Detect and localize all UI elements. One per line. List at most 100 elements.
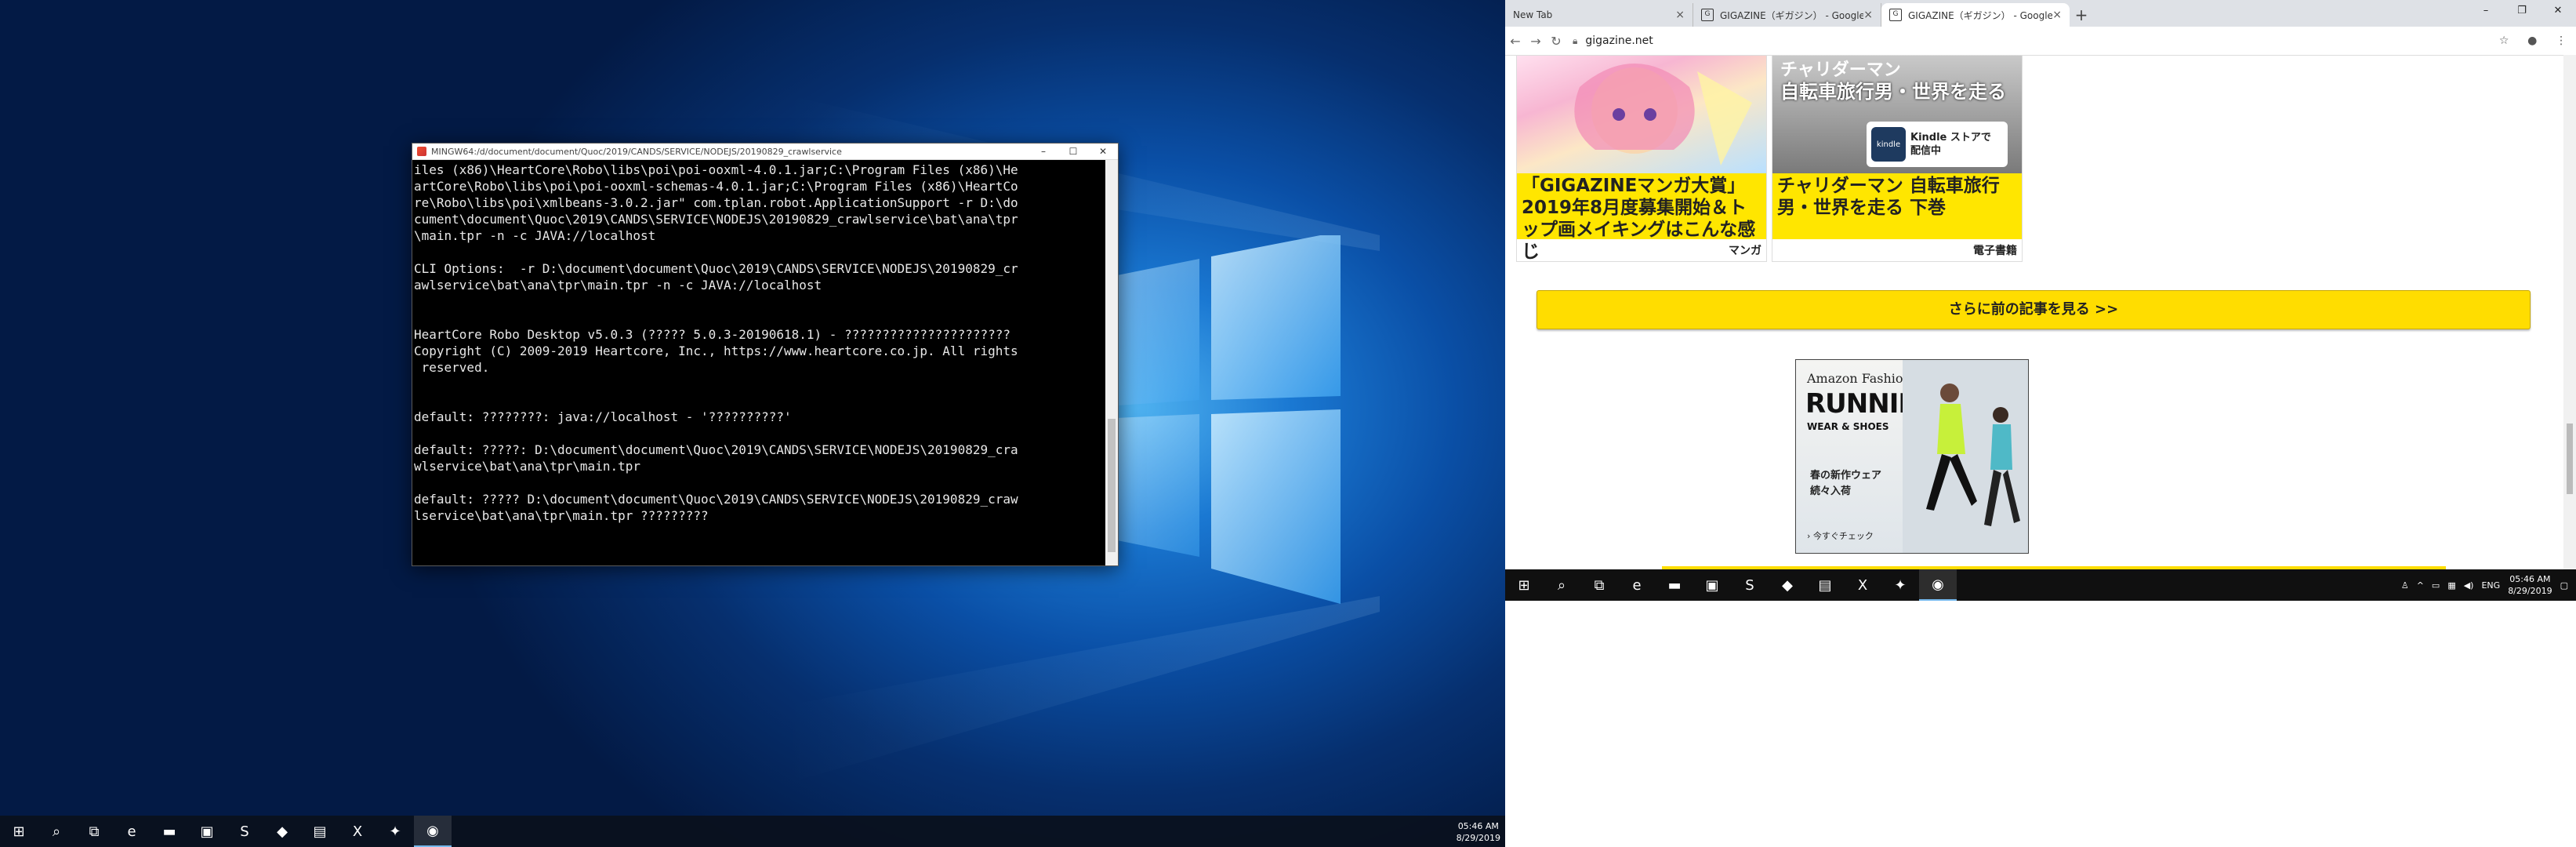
terminal-titlebar[interactable]: MINGW64:/d/document/document/Quoc/2019/C… [412, 144, 1118, 160]
task-view-icon[interactable]: ⧉ [75, 816, 113, 847]
article-category[interactable]: マンガ [1517, 239, 1766, 261]
chrome-icon[interactable]: ◉ [414, 816, 452, 847]
notepad-icon[interactable]: ▤ [301, 816, 339, 847]
terminal-title: MINGW64:/d/document/document/Quoc/2019/C… [431, 146, 842, 157]
minimize-button[interactable]: – [1029, 146, 1058, 157]
manga-character-art [1574, 64, 1752, 165]
ad-body-line: 春の新作ウェア [1810, 470, 1882, 482]
maximize-button[interactable]: ❐ [2504, 0, 2540, 22]
chrome-icon[interactable]: ◉ [1919, 569, 1957, 601]
terminal-line: wlservice\bat\ana\tpr\main.tpr [414, 459, 640, 474]
clock-time: 05:46 AM [1457, 821, 1499, 831]
notepad-icon[interactable]: ▤ [1806, 569, 1844, 601]
right-monitor: New Tab × G GIGAZINE（ギガジン） - Google × G … [1505, 0, 2576, 847]
clock-left[interactable]: 05:46 AM 8/29/2019 [1457, 820, 1500, 844]
article-title[interactable]: チャリダーマン 自転車旅行男・世界を走る 下巻 [1772, 173, 2022, 239]
clock-right[interactable]: 05:46 AM 8/29/2019 [2508, 573, 2552, 597]
terminal-line: re\Robo\libs\poi\xmlbeans-3.0.2.jar" com… [414, 195, 1018, 210]
forward-icon[interactable]: → [1526, 34, 1546, 49]
minimize-button[interactable]: – [2468, 0, 2504, 22]
close-button[interactable]: ✕ [2540, 0, 2576, 22]
tab-gigazine-2[interactable]: G GIGAZINE（ギガジン） - Google × [1881, 3, 2070, 27]
address-bar[interactable]: 🔒︎ gigazine.net [1573, 30, 2490, 52]
app3-icon[interactable]: ✦ [1881, 569, 1919, 601]
terminal-line: artCore\Robo\libs\poi\poi-ooxml-schemas-… [414, 179, 1018, 194]
git-bash-terminal-window[interactable]: MINGW64:/d/document/document/Quoc/2019/C… [412, 143, 1119, 566]
search-icon[interactable]: ⌕ [38, 816, 75, 847]
reload-icon[interactable]: ↻ [1546, 34, 1566, 49]
app3-icon[interactable]: ✦ [376, 816, 414, 847]
chevron-up-icon[interactable]: ^ [2417, 580, 2424, 591]
maximize-button[interactable]: ☐ [1058, 146, 1088, 157]
gigazine-favicon: G [1701, 9, 1714, 21]
notification-icon[interactable]: ▢ [2560, 580, 2568, 591]
back-icon[interactable]: ← [1505, 34, 1526, 49]
ad-cta[interactable]: › 今すぐチェック [1807, 529, 1874, 542]
new-tab-button[interactable]: + [2070, 3, 2093, 27]
tab-gigazine-1[interactable]: G GIGAZINE（ギガジン） - Google × [1693, 3, 1881, 27]
app-icon[interactable]: ▣ [1693, 569, 1731, 601]
lock-icon[interactable]: 🔒︎ [1573, 35, 1577, 47]
terminal-line: default: ????? D:\document\document\Quoc… [414, 492, 1018, 507]
article-card-charidaman[interactable]: チャリダーマン 自転車旅行男・世界を走る kindle Kindle ストアで配… [1772, 55, 2023, 262]
page-scroll-thumb[interactable] [2567, 424, 2573, 494]
start-icon[interactable]: ⊞ [0, 816, 38, 847]
manga-illustration [1517, 56, 1766, 173]
search-icon[interactable]: ⌕ [1543, 569, 1580, 601]
tab-new-tab[interactable]: New Tab × [1505, 3, 1693, 27]
close-tab-icon[interactable]: × [1675, 9, 1685, 21]
ad-brand: Amazon Fashion [1807, 371, 1911, 386]
bookmark-star-icon[interactable]: ☆ [2499, 35, 2509, 47]
file-explorer-icon[interactable]: ▬ [1656, 569, 1693, 601]
runners-image [1903, 360, 2028, 553]
ad-body-line: 続々入荷 [1810, 485, 1852, 497]
terminal-output[interactable]: iles (x86)\HeartCore\Robo\libs\poi\poi-o… [412, 160, 1105, 565]
charidaman-banner: チャリダーマン 自転車旅行男・世界を走る kindle Kindle ストアで配… [1772, 56, 2022, 173]
skype-icon[interactable]: S [226, 816, 263, 847]
amazon-fashion-ad[interactable]: Amazon Fashion RUNNING WEAR & SHOES 春の新作… [1795, 359, 2029, 554]
terminal-line: \main.tpr -n -c JAVA://localhost [414, 228, 656, 243]
close-tab-icon[interactable]: × [2052, 9, 2062, 21]
battery-icon[interactable]: ▭ [2432, 580, 2440, 591]
terminal-scroll-thumb[interactable] [1108, 419, 1116, 552]
excel-icon[interactable]: X [339, 816, 376, 847]
excel-icon[interactable]: X [1844, 569, 1881, 601]
edge-icon[interactable]: e [113, 816, 151, 847]
file-explorer-icon[interactable]: ▬ [151, 816, 188, 847]
volume-icon[interactable]: ◀) [2464, 580, 2474, 591]
more-articles-button[interactable]: さらに前の記事を見る >> [1537, 290, 2531, 329]
app2-icon[interactable]: ◆ [1769, 569, 1806, 601]
windows-logo-wallpaper [1082, 235, 1341, 604]
window-controls: – ❐ ✕ [2468, 0, 2576, 22]
close-tab-icon[interactable]: × [1863, 9, 1873, 21]
person-icon[interactable]: ♙ [2401, 580, 2409, 591]
terminal-line: lservice\bat\ana\tpr\main.tpr ????????? [414, 508, 709, 523]
browser-toolbar: ← → ↻ 🔒︎ gigazine.net ☆ ● ⋮ [1505, 27, 2576, 56]
start-icon[interactable]: ⊞ [1505, 569, 1543, 601]
skype-icon[interactable]: S [1731, 569, 1769, 601]
app2-icon[interactable]: ◆ [263, 816, 301, 847]
terminal-line: HeartCore Robo Desktop v5.0.3 (????? 5.0… [414, 327, 1010, 342]
task-view-icon[interactable]: ⧉ [1580, 569, 1618, 601]
menu-icon[interactable]: ⋮ [2556, 35, 2567, 47]
network-icon[interactable]: ▦ [2447, 580, 2455, 591]
profile-icon[interactable]: ● [2527, 35, 2537, 47]
terminal-line: awlservice\bat\ana\tpr\main.tpr -n -c JA… [414, 278, 822, 293]
tab-label: GIGAZINE（ギガジン） - Google [1908, 9, 2053, 21]
terminal-scrollbar[interactable] [1105, 160, 1118, 565]
close-button[interactable]: ✕ [1088, 146, 1118, 157]
edge-icon[interactable]: e [1618, 569, 1656, 601]
article-card-manga[interactable]: 「GIGAZINEマンガ大賞」2019年8月度募集開始＆トップ画メイキングはこん… [1516, 55, 1767, 262]
terminal-line: CLI Options: -r D:\document\document\Quo… [414, 261, 1018, 276]
app-icon[interactable]: ▣ [188, 816, 226, 847]
page-scrollbar[interactable] [2563, 55, 2576, 569]
system-tray: ♙ ^ ▭ ▦ ◀) ENG 05:46 AM 8/29/2019 ▢ [2397, 569, 2576, 601]
left-monitor-desktop: MINGW64:/d/document/document/Quoc/2019/C… [0, 0, 1505, 847]
language-indicator[interactable]: ENG [2481, 580, 2500, 591]
article-title[interactable]: 「GIGAZINEマンガ大賞」2019年8月度募集開始＆トップ画メイキングはこん… [1517, 173, 1766, 262]
article-category[interactable]: 電子書籍 [1772, 239, 2022, 261]
